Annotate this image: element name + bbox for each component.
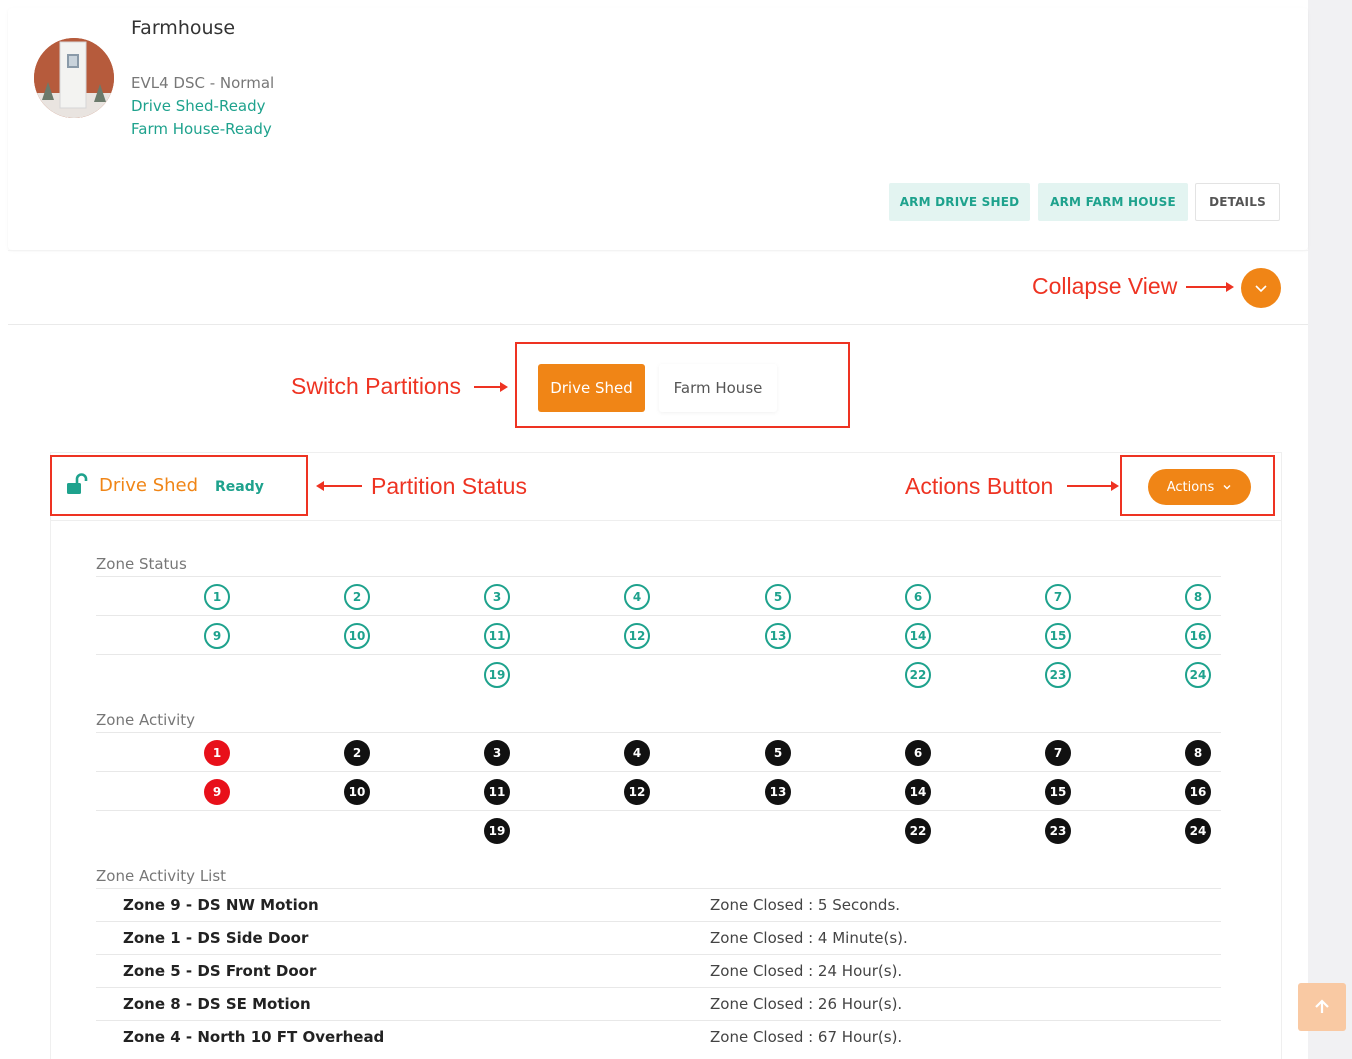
- details-button[interactable]: DETAILS: [1195, 183, 1280, 221]
- partition-status-line: Drive Shed-Ready: [131, 97, 266, 115]
- activity-zone-status: Zone Closed : 4 Minute(s).: [710, 929, 908, 947]
- annotation-box: [1120, 455, 1275, 516]
- arrow-up-icon: [1315, 999, 1329, 1013]
- zone-activity-row: 1 2 3 4 5 6 7 8: [96, 732, 1221, 771]
- zone-status-zone-badge[interactable]: 13: [765, 623, 791, 649]
- zone-activity-zone-badge[interactable]: 19: [484, 818, 510, 844]
- zone-activity-zone-badge[interactable]: 10: [344, 779, 370, 805]
- annotation-arrow: [1067, 481, 1119, 491]
- tab-drive-shed[interactable]: Drive Shed: [538, 364, 645, 412]
- zone-status-zone-badge[interactable]: 24: [1185, 662, 1211, 688]
- zone-status-zone-badge[interactable]: 12: [624, 623, 650, 649]
- activity-zone-name: Zone 9 - DS NW Motion: [123, 896, 319, 914]
- annotation-collapse: Collapse View: [1032, 273, 1178, 299]
- zone-status-zone-badge[interactable]: 8: [1185, 584, 1211, 610]
- activity-zone-status: Zone Closed : 67 Hour(s).: [710, 1028, 903, 1046]
- zone-status-zone-badge[interactable]: 10: [344, 623, 370, 649]
- zone-status-zone-badge[interactable]: 15: [1045, 623, 1071, 649]
- zone-status-zone-badge[interactable]: 22: [905, 662, 931, 688]
- zone-activity-zone-badge[interactable]: 15: [1045, 779, 1071, 805]
- zone-activity-zone-badge[interactable]: 6: [905, 740, 931, 766]
- activity-list-item: Zone 5 - DS Front Door Zone Closed : 24 H…: [96, 954, 1221, 987]
- panel-status: EVL4 DSC - Normal: [131, 74, 275, 92]
- zone-status-zone-badge[interactable]: 1: [204, 584, 230, 610]
- activity-zone-name: Zone 8 - DS SE Motion: [123, 995, 311, 1013]
- activity-zone-status: Zone Closed : 24 Hour(s).: [710, 962, 903, 980]
- activity-zone-status: Zone Closed : 5 Seconds.: [710, 896, 901, 914]
- zone-status-zone-badge[interactable]: 2: [344, 584, 370, 610]
- arm-farm-house-button[interactable]: ARM FARM HOUSE: [1038, 183, 1188, 221]
- activity-list-item: Zone 8 - DS SE Motion Zone Closed : 26 Ho…: [96, 987, 1221, 1020]
- activity-list-item: Zone 9 - DS NW Motion Zone Closed : 5 Sec…: [96, 888, 1221, 921]
- zone-status-zone-badge[interactable]: 6: [905, 584, 931, 610]
- zone-activity-zone-badge[interactable]: 23: [1045, 818, 1071, 844]
- zone-activity-zone-badge[interactable]: 1: [204, 740, 230, 766]
- zone-activity-zone-badge[interactable]: 7: [1045, 740, 1071, 766]
- arm-drive-shed-button[interactable]: ARM DRIVE SHED: [889, 183, 1030, 221]
- activity-zone-name: Zone 1 - DS Side Door: [123, 929, 309, 947]
- zone-activity-zone-badge[interactable]: 24: [1185, 818, 1211, 844]
- zone-status-row: 19 22 23 24: [96, 654, 1221, 693]
- activity-list-item: Zone 4 - North 10 FT Overhead Zone Closed…: [96, 1020, 1221, 1053]
- zone-activity-zone-badge[interactable]: 22: [905, 818, 931, 844]
- zone-status-label: Zone Status: [96, 555, 187, 573]
- zone-activity-zone-badge[interactable]: 13: [765, 779, 791, 805]
- zone-activity-zone-badge[interactable]: 14: [905, 779, 931, 805]
- zone-activity-zone-badge[interactable]: 8: [1185, 740, 1211, 766]
- activity-list-item: Zone 1 - DS Side Door Zone Closed : 4 Min…: [96, 921, 1221, 954]
- zone-status-zone-badge[interactable]: 9: [204, 623, 230, 649]
- zone-status-zone-badge[interactable]: 11: [484, 623, 510, 649]
- zone-status-zone-badge[interactable]: 14: [905, 623, 931, 649]
- partition-status-line: Farm House-Ready: [131, 120, 272, 138]
- annotation-arrow: [1186, 282, 1234, 292]
- scroll-to-top-button[interactable]: [1298, 983, 1346, 1031]
- zone-status-zone-badge[interactable]: 7: [1045, 584, 1071, 610]
- chevron-down-icon: [1255, 285, 1267, 293]
- zone-activity-zone-badge[interactable]: 4: [624, 740, 650, 766]
- zone-status-zone-badge[interactable]: 5: [765, 584, 791, 610]
- zone-activity-list-label: Zone Activity List: [96, 867, 227, 885]
- annotation-box: [50, 455, 308, 516]
- zone-activity-row: 9 10 11 12 13 14 15 16: [96, 771, 1221, 810]
- zone-status-zone-badge[interactable]: 16: [1185, 623, 1211, 649]
- zone-status-zone-badge[interactable]: 23: [1045, 662, 1071, 688]
- activity-zone-name: Zone 5 - DS Front Door: [123, 962, 317, 980]
- zone-activity-zone-badge[interactable]: 5: [765, 740, 791, 766]
- zone-status-row: 1 2 3 4 5 6 7 8: [96, 576, 1221, 615]
- zone-status-zone-badge[interactable]: 19: [484, 662, 510, 688]
- zone-activity-zone-badge[interactable]: 2: [344, 740, 370, 766]
- collapse-button[interactable]: [1241, 268, 1281, 308]
- zone-activity-zone-badge[interactable]: 11: [484, 779, 510, 805]
- partition-card: Drive Shed Ready Actions Zone Status 123…: [50, 452, 1282, 1059]
- activity-zone-name: Zone 4 - North 10 FT Overhead: [123, 1028, 385, 1046]
- tab-farm-house[interactable]: Farm House: [659, 364, 777, 412]
- annotation-actions: Actions Button: [905, 473, 1054, 499]
- annotation-arrow: [316, 481, 362, 491]
- zone-status-row: 9 10 11 12 13 14 15 16: [96, 615, 1221, 654]
- activity-zone-status: Zone Closed : 26 Hour(s).: [710, 995, 903, 1013]
- annotation-switch: Switch Partitions: [291, 373, 462, 399]
- page: Farmhouse EVL4 DSC - Normal Drive Shed-R…: [0, 0, 1352, 1059]
- zone-activity-row: 19 22 23 24: [96, 810, 1221, 849]
- site-avatar: [34, 38, 114, 118]
- site-title: Farmhouse: [131, 17, 236, 39]
- annotation-status: Partition Status: [371, 473, 527, 499]
- zone-activity-zone-badge[interactable]: 9: [204, 779, 230, 805]
- zone-activity-zone-badge[interactable]: 3: [484, 740, 510, 766]
- zone-status-zone-badge[interactable]: 3: [484, 584, 510, 610]
- annotation-arrow: [474, 382, 508, 392]
- zone-activity-zone-badge[interactable]: 12: [624, 779, 650, 805]
- zone-status-zone-badge[interactable]: 4: [624, 584, 650, 610]
- scrollbar-track[interactable]: [1308, 0, 1352, 1059]
- zone-activity-zone-badge[interactable]: 16: [1185, 779, 1211, 805]
- zone-activity-label: Zone Activity: [96, 711, 196, 729]
